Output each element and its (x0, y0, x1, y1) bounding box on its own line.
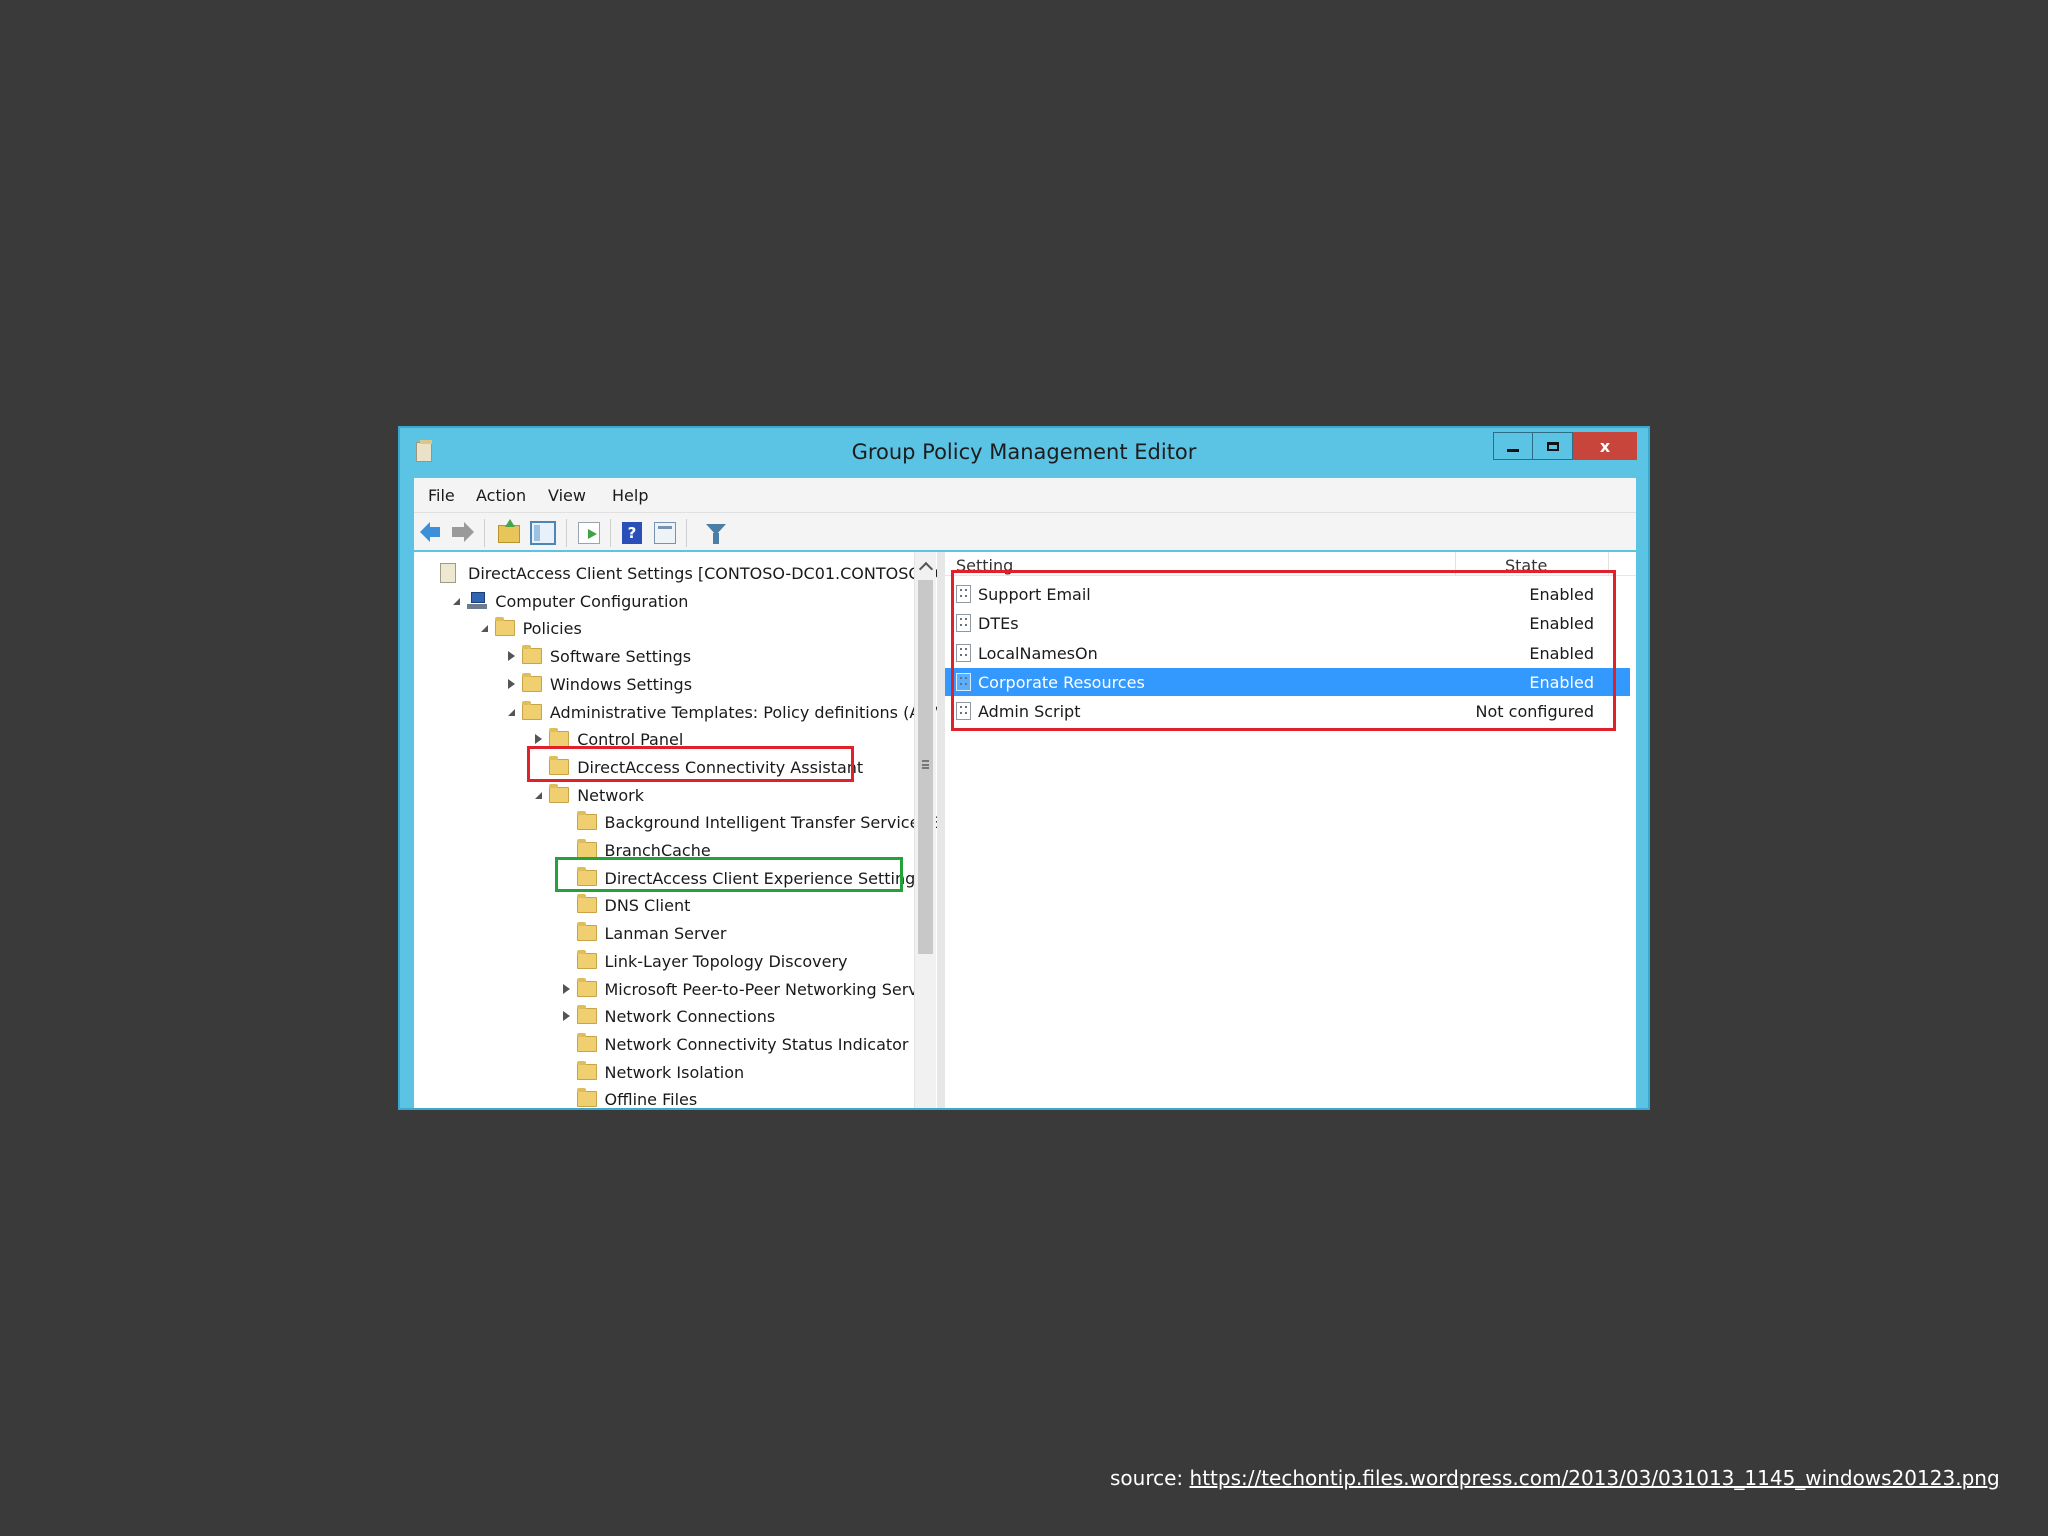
folder-icon (521, 672, 542, 692)
menu-help[interactable]: Help (612, 486, 648, 505)
maximize-icon (1546, 441, 1559, 451)
tree-scrollbar[interactable] (914, 552, 936, 1108)
folder-icon (576, 811, 597, 831)
expanded-arrow-icon[interactable] (535, 791, 543, 799)
scroll-thumb[interactable] (918, 580, 933, 954)
tree-item[interactable]: Background Intelligent Transfer Service … (414, 811, 937, 835)
folder-icon (576, 1060, 597, 1080)
expanded-arrow-icon[interactable] (507, 708, 515, 716)
tree-item[interactable]: Network (414, 783, 914, 808)
folder-icon (521, 700, 542, 720)
up-folder-icon[interactable] (498, 519, 520, 543)
tree-item[interactable]: Microsoft Peer-to-Peer Networking Servic (414, 977, 931, 1002)
source-prefix: source: (1110, 1466, 1190, 1490)
forward-arrow-icon[interactable] (452, 522, 474, 544)
tree-item-label: Policies (522, 619, 582, 639)
computer-icon (467, 591, 488, 610)
source-caption: source: https://techontip.files.wordpres… (1110, 1466, 2000, 1490)
collapsed-arrow-icon[interactable] (562, 983, 570, 994)
green-highlight-box (555, 857, 903, 892)
menu-bar: File Action View Help (414, 478, 1636, 512)
tree-item[interactable]: Administrative Templates: Policy definit… (414, 700, 937, 725)
folder-icon (494, 617, 515, 637)
tree-item-label: DirectAccess Client Settings [CONTOSO-DC… (468, 564, 937, 583)
maximize-button[interactable] (1533, 432, 1573, 460)
tree-item-label: Windows Settings (549, 674, 693, 694)
filter-icon[interactable] (706, 524, 726, 544)
tree-item-label: Network Connectivity Status Indicator (604, 1034, 909, 1054)
expanded-arrow-icon[interactable] (453, 597, 461, 605)
tree-item[interactable]: Computer Configuration (414, 590, 914, 614)
tree-item[interactable]: Policies (414, 617, 914, 641)
tree-item[interactable]: Offline Files (414, 1088, 914, 1110)
app-window: Group Policy Management Editor x File Ac… (398, 426, 1650, 1110)
folder-icon (576, 1088, 597, 1108)
collapsed-arrow-icon[interactable] (562, 1011, 570, 1022)
menu-view[interactable]: View (548, 486, 586, 505)
collapsed-arrow-icon[interactable] (507, 678, 515, 689)
tree-item[interactable]: Lanman Server (414, 922, 914, 946)
tree-item[interactable]: Software Settings (414, 645, 914, 669)
tree-item-label: Network Connections (604, 1007, 776, 1027)
toolbar: ? (414, 512, 1636, 550)
folder-icon (576, 977, 597, 997)
content-area: DirectAccess Client Settings [CONTOSO-DC… (414, 552, 1636, 1110)
folder-icon (576, 839, 597, 858)
policy-doc-icon (440, 563, 456, 583)
window-title: Group Policy Management Editor (851, 440, 1197, 464)
toolbar-separator (566, 519, 567, 547)
collapsed-arrow-icon[interactable] (535, 734, 543, 745)
red-highlight-box (527, 746, 854, 782)
folder-icon (549, 728, 570, 748)
back-arrow-icon[interactable] (420, 522, 442, 544)
tree-item-label: Network (577, 785, 644, 805)
tree-item-label: Microsoft Peer-to-Peer Networking Servic (604, 979, 931, 999)
settings-list: Setting State Support Email Enabled DTEs En… (945, 552, 1636, 1108)
tree-item[interactable]: DNS Client (414, 894, 914, 918)
tree-item[interactable]: DirectAccess Client Settings [CONTOSO-DC… (414, 562, 937, 586)
toolbar-separator (686, 519, 687, 547)
expanded-arrow-icon[interactable] (480, 625, 488, 633)
tree-item-label: Background Intelligent Transfer Service … (604, 813, 938, 833)
tree-item[interactable]: Link-Layer Topology Discovery (414, 949, 914, 974)
tree-item-label: DNS Client (604, 896, 691, 916)
menu-action[interactable]: Action (476, 486, 526, 505)
red-highlight-box (951, 570, 1616, 731)
properties-icon[interactable] (654, 522, 676, 544)
scroll-grip-icon (922, 760, 929, 769)
tree-item[interactable]: Network Connections (414, 1005, 914, 1029)
folder-icon (576, 894, 597, 914)
folder-icon (576, 1032, 597, 1052)
export-icon[interactable] (578, 522, 600, 544)
console-tree: DirectAccess Client Settings [CONTOSO-DC… (414, 552, 937, 1110)
toolbar-separator (610, 519, 611, 547)
tree-item-label: Software Settings (549, 647, 692, 667)
folder-icon (576, 949, 597, 969)
title-bar[interactable]: Group Policy Management Editor x (400, 428, 1648, 474)
folder-icon (576, 922, 597, 942)
tree-item[interactable]: Network Isolation (414, 1060, 914, 1085)
help-icon[interactable]: ? (622, 522, 642, 544)
close-icon: x (1599, 436, 1611, 456)
toolbar-separator (484, 519, 485, 547)
close-button[interactable]: x (1573, 432, 1637, 460)
tree-item-label: Network Isolation (604, 1062, 745, 1082)
tree-item-label: Computer Configuration (495, 591, 689, 611)
tree-item-label: Offline Files (604, 1090, 698, 1110)
folder-icon (521, 645, 542, 665)
tree-item-label: Lanman Server (604, 924, 727, 944)
menu-file[interactable]: File (428, 486, 455, 505)
console-tree-icon[interactable] (530, 521, 556, 545)
tree-item-label: Administrative Templates: Policy definit… (549, 702, 937, 722)
folder-icon (549, 783, 570, 803)
scroll-up-icon[interactable] (918, 561, 934, 577)
tree-item-label: Link-Layer Topology Discovery (604, 951, 848, 971)
minimize-icon (1507, 448, 1519, 452)
collapsed-arrow-icon[interactable] (507, 651, 515, 662)
folder-icon (576, 1005, 597, 1025)
tree-item[interactable]: Network Connectivity Status Indicator (414, 1032, 914, 1057)
minimize-button[interactable] (1493, 432, 1533, 460)
source-link[interactable]: https://techontip.files.wordpress.com/20… (1190, 1466, 2000, 1490)
tree-item[interactable]: Windows Settings (414, 672, 914, 697)
